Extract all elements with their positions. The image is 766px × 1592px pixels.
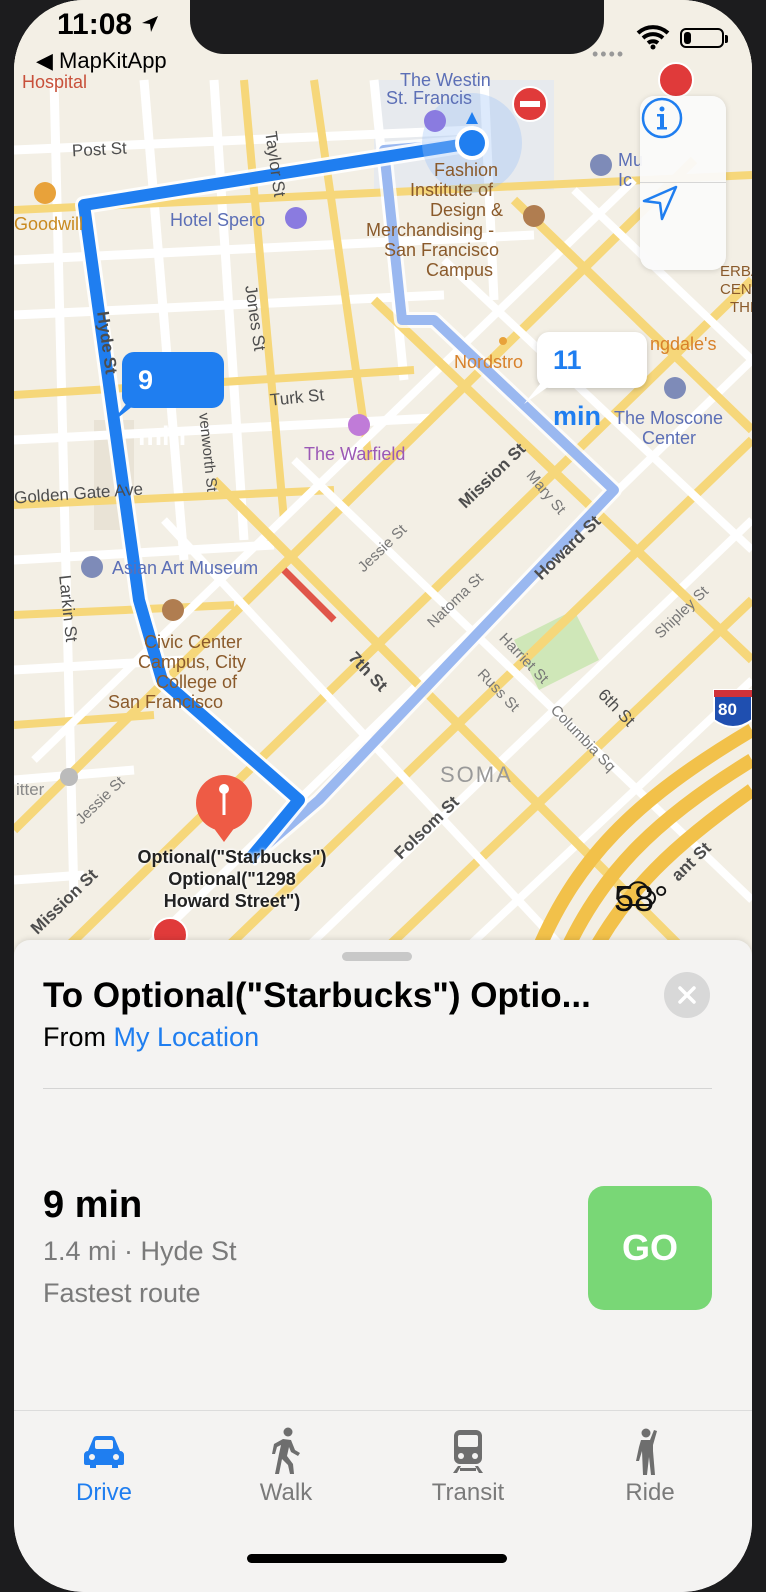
tab-walk[interactable]: Walk (216, 1423, 356, 1523)
tab-walk-label: Walk (259, 1479, 313, 1506)
cloud-icon (616, 881, 656, 906)
location-services-icon (142, 16, 158, 32)
poi-fashion-6: Campus (426, 260, 494, 280)
info-icon (641, 97, 683, 139)
close-button[interactable] (664, 972, 710, 1018)
destination-label-line3: Howard Street") (163, 891, 301, 911)
go-button[interactable]: GO (588, 1186, 712, 1310)
back-app-label: MapKitApp (59, 48, 167, 73)
tab-drive[interactable]: Drive (34, 1423, 174, 1523)
destination-pin-label: Optional("Starbucks") Optional("1298 How… (108, 846, 356, 912)
info-button[interactable] (640, 96, 726, 182)
tab-transit[interactable]: Transit (398, 1423, 538, 1523)
interstate-80-shield: 80 (718, 700, 737, 719)
poi-moscone-2: Center (642, 428, 697, 448)
ride-icon (636, 1428, 657, 1475)
destination-title: To Optional("Starbucks") Optio... (43, 976, 591, 1015)
poi-yerba-3: THE (730, 299, 752, 316)
route-eta: 9 min (43, 1184, 143, 1226)
sheet-grabber[interactable] (342, 952, 412, 961)
weather-widget: 58° (614, 878, 668, 920)
poi-civic-4: San Francisco (108, 692, 224, 712)
poi-bloomingdales: ngdale's (650, 334, 717, 354)
poi-fashion-3: Design & (430, 200, 504, 220)
car-icon (84, 1435, 124, 1468)
district-soma: SOMA (440, 762, 513, 787)
route-callout-alternate[interactable]: 11 min (537, 332, 647, 431)
back-to-app-button[interactable]: ◀ MapKitApp (36, 48, 167, 74)
route-note: Fastest route (43, 1278, 201, 1308)
poi-moscone-1: The Moscone (614, 408, 724, 428)
battery-icon (680, 28, 728, 48)
from-line: From My Location (43, 1022, 259, 1053)
poi-nordstrom: Nordstro (454, 352, 524, 372)
poi-museum-partial-2: Ic (618, 170, 633, 190)
route-callout-primary[interactable]: 9 min (122, 352, 224, 451)
train-icon (453, 1430, 483, 1473)
tab-ride-label: Ride (625, 1479, 675, 1506)
street-label-post: Post St (71, 138, 128, 161)
home-indicator[interactable] (247, 1554, 507, 1563)
poi-yerba-2: CENT (720, 281, 752, 298)
poi-fashion-4: Merchandising - (366, 220, 495, 240)
destination-label-line2: Optional("1298 (168, 869, 296, 889)
poi-twitter: itter (16, 780, 45, 799)
from-prefix: From (43, 1022, 106, 1052)
phone-screen: Post St Taylor St Jones St Hyde St Turk … (14, 0, 752, 1592)
poi-civic-1: Civic Center (144, 632, 243, 652)
back-arrow-icon: ◀ (36, 48, 53, 73)
callout-tail-primary (110, 402, 138, 424)
walk-icon (272, 1427, 300, 1474)
map-view[interactable]: Post St Taylor St Jones St Hyde St Turk … (14, 0, 752, 960)
route-description: 1.4 mi · Hyde St (43, 1236, 237, 1266)
track-location-button[interactable] (640, 183, 726, 269)
poi-fashion-2: Institute of (410, 180, 494, 200)
sheet-divider (43, 1088, 712, 1089)
tab-ride[interactable]: Ride (580, 1423, 720, 1523)
poi-westin-2: St. Francis (386, 88, 473, 108)
cellular-signal-icon: •••• (592, 44, 626, 64)
directions-sheet: To Optional("Starbucks") Optio... From M… (14, 940, 752, 1410)
poi-civic-2: Campus, City (138, 652, 247, 672)
device-notch (190, 0, 604, 54)
poi-asian-art-museum: Asian Art Museum (112, 558, 259, 578)
poi-civic-3: College of (156, 672, 238, 692)
poi-hotel-spero: Hotel Spero (170, 210, 266, 230)
from-location-link[interactable]: My Location (114, 1022, 260, 1052)
status-time: 11:08 (57, 8, 133, 41)
wifi-icon (636, 25, 670, 50)
location-arrow-icon (642, 185, 678, 221)
tab-drive-label: Drive (75, 1479, 132, 1506)
poi-warfield: The Warfield (304, 444, 406, 464)
destination-label-line1: Optional("Starbucks") (137, 847, 327, 867)
poi-fashion-5: San Francisco (384, 240, 500, 260)
close-icon (678, 986, 696, 1004)
destination-pin[interactable] (196, 775, 252, 843)
map-controls (640, 96, 726, 270)
tab-transit-label: Transit (431, 1479, 505, 1506)
poi-fashion-1: Fashion (434, 160, 499, 180)
transport-mode-tabbar: Drive Walk Transit Ride (14, 1410, 752, 1592)
poi-goodwill: Goodwill (14, 214, 84, 234)
battery-level (684, 32, 691, 44)
callout-tail-alternate (524, 384, 552, 404)
